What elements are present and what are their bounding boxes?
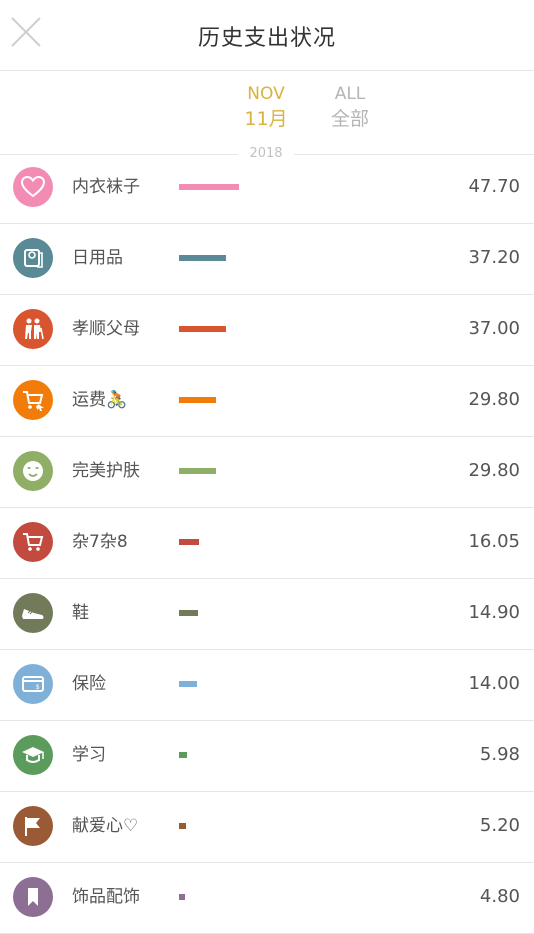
page-title: 历史支出状况 [197,26,336,51]
parents-icon [13,309,53,349]
cart-icon [13,380,53,420]
tab-all[interactable]: ALL 全部 [310,83,390,133]
amount-bar [179,397,216,403]
tab-november-en: NOV [247,84,285,104]
face-mask-icon [13,451,53,491]
category-label: 保险 [72,674,106,694]
tab-all-cn: 全部 [330,108,369,130]
category-row[interactable]: 日用品 37.20 [0,224,534,295]
category-row[interactable]: 学习 5.98 [0,721,534,792]
bookmark-icon [13,877,53,917]
header: 历史支出状况 [0,0,534,71]
category-row[interactable]: 运费🚴 29.80 [0,366,534,437]
amount-bar [179,184,239,190]
category-row[interactable]: 完美护肤 29.80 [0,437,534,508]
category-row[interactable]: 内衣袜子 47.70 [0,153,534,224]
category-amount: 4.80 [479,886,520,907]
amount-bar [179,610,198,616]
category-row[interactable]: 鞋 14.90 [0,579,534,650]
category-amount: 47.70 [468,176,520,197]
category-label: 孝顺父母 [72,319,140,339]
category-row[interactable]: $ 保险 14.00 [0,650,534,721]
category-amount: 14.00 [468,673,520,694]
category-amount: 14.90 [468,602,520,623]
amount-bar [179,326,226,332]
category-amount: 29.80 [468,389,520,410]
heart-icon [13,167,53,207]
amount-bar [179,823,186,829]
category-amount: 16.05 [468,531,520,552]
category-row[interactable]: 孝顺父母 37.00 [0,295,534,366]
toilet-paper-icon [13,238,53,278]
period-tabs: NOV 11月 ALL 全部 [0,71,534,155]
category-row[interactable]: 杂7杂8 16.05 [0,508,534,579]
amount-bar [179,681,197,687]
category-row[interactable]: 献爱心♡ 5.20 [0,792,534,863]
shopping-cart-icon [13,522,53,562]
category-amount: 5.20 [479,815,520,836]
category-amount: 37.20 [468,247,520,268]
shoe-icon [13,593,53,633]
expense-list: 内衣袜子 47.70 日用品 37.20 孝顺父母 37.00 运费🚴 29.80 完美护肤 29… [0,153,534,934]
category-label: 日用品 [72,248,123,268]
tab-november[interactable]: NOV 11月 [226,83,306,133]
category-row[interactable]: 饰品配饰 4.80 [0,863,534,934]
category-label: 学习 [72,745,106,765]
tab-november-cn: 11月 [244,108,288,130]
amount-bar [179,468,216,474]
category-amount: 5.98 [479,744,520,765]
category-amount: 29.80 [468,460,520,481]
category-label: 完美护肤 [72,461,140,481]
graduation-cap-icon [13,735,53,775]
amount-bar [179,255,226,261]
card-icon: $ [13,664,53,704]
category-label: 鞋 [72,603,89,623]
year-label: 2018 [238,145,294,163]
category-label: 献爱心♡ [72,816,139,836]
amount-bar [179,894,185,900]
amount-bar [179,752,187,758]
category-label: 内衣袜子 [72,177,140,197]
category-label: 运费🚴 [72,390,128,410]
category-amount: 37.00 [468,318,520,339]
tab-all-en: ALL [334,84,366,104]
amount-bar [179,539,199,545]
category-label: 饰品配饰 [72,887,140,907]
flag-icon [13,806,53,846]
category-label: 杂7杂8 [72,532,128,552]
